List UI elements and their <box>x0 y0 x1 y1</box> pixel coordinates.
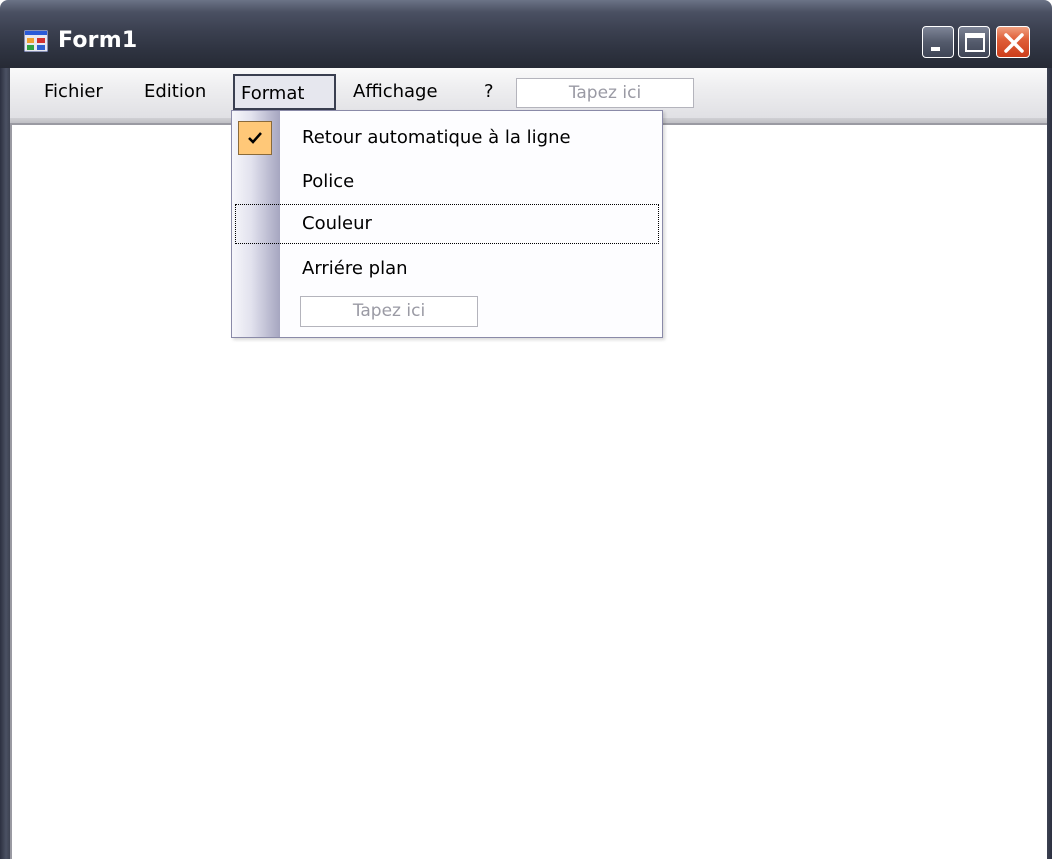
dropdown-type-here-input[interactable]: Tapez ici <box>300 296 478 327</box>
window-title: Form1 <box>58 28 138 53</box>
focused-item-outline <box>235 204 659 244</box>
close-button[interactable] <box>996 26 1030 58</box>
application-window: Form1 Fichier Edition Format Affichage ?… <box>0 0 1052 859</box>
checkmark-icon <box>248 132 262 144</box>
title-bar[interactable]: Form1 <box>0 0 1052 68</box>
menu-item-arriere-plan[interactable]: Arriére plan <box>302 251 408 287</box>
close-icon <box>1004 33 1024 53</box>
menu-edition[interactable]: Edition <box>138 74 212 110</box>
window-frame-left <box>0 68 10 859</box>
form-app-icon <box>24 30 48 52</box>
menu-format[interactable]: Format <box>233 74 336 110</box>
minimize-button[interactable] <box>922 26 954 58</box>
window-frame-right <box>1047 68 1052 859</box>
menu-affichage[interactable]: Affichage <box>347 74 444 110</box>
menu-item-couleur[interactable]: Couleur <box>302 206 372 242</box>
maximize-button[interactable] <box>958 26 990 58</box>
minimize-icon <box>931 47 940 51</box>
checked-indicator <box>238 121 272 155</box>
format-dropdown-menu: Retour automatique à la ligne Police Cou… <box>231 110 663 338</box>
menu-item-retour-automatique[interactable]: Retour automatique à la ligne <box>302 120 571 156</box>
menubar-type-here-input[interactable]: Tapez ici <box>516 78 694 108</box>
maximize-icon <box>965 33 985 52</box>
menu-fichier[interactable]: Fichier <box>38 74 109 110</box>
menu-item-police[interactable]: Police <box>302 164 354 200</box>
menu-help[interactable]: ? <box>478 74 500 110</box>
